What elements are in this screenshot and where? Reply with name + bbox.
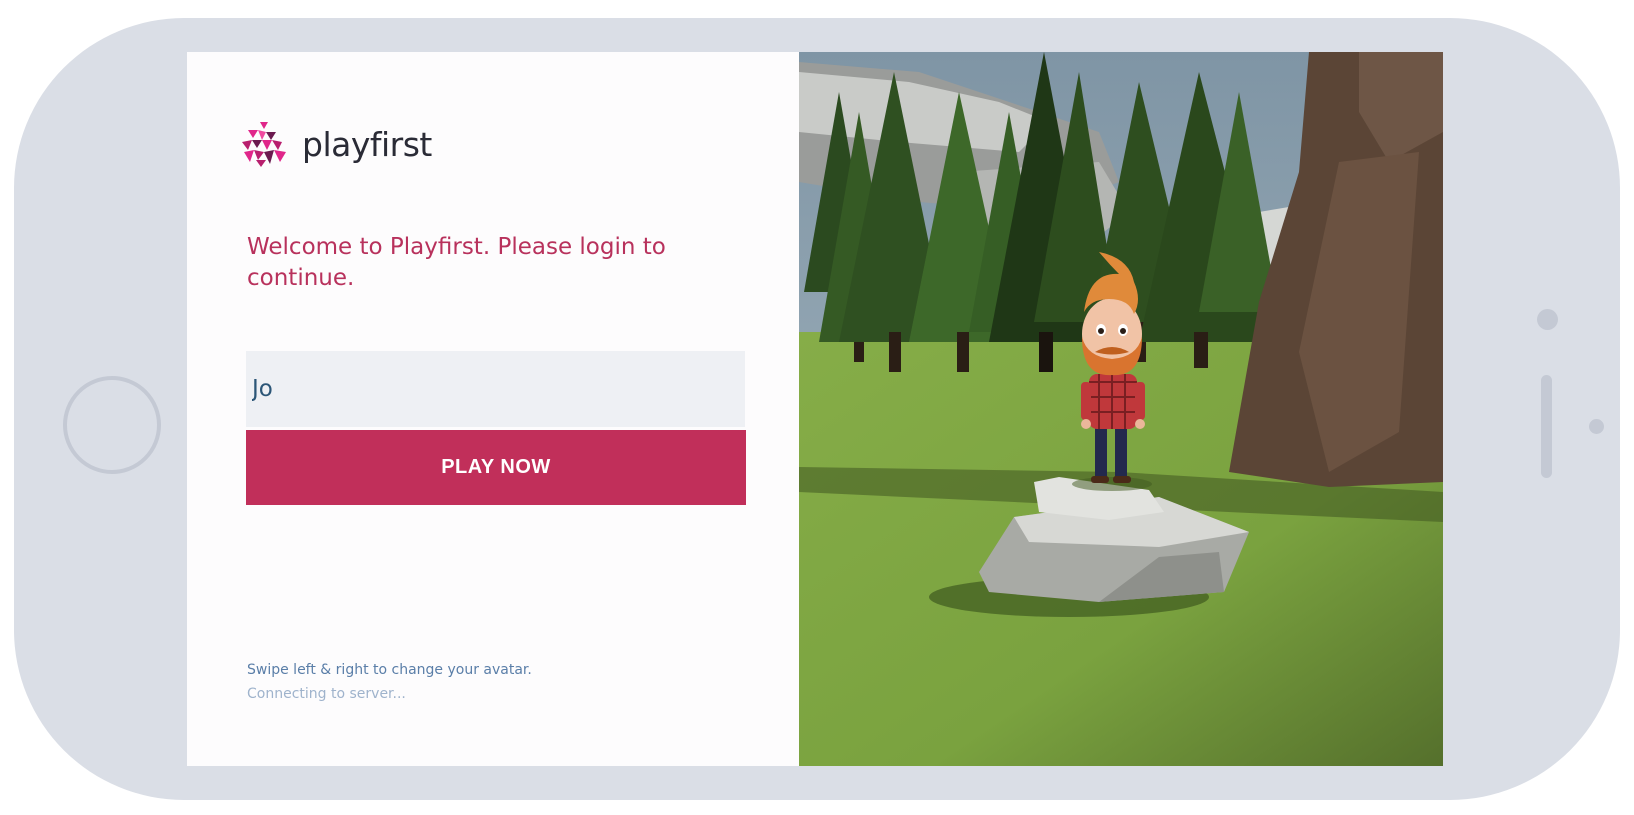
login-panel: playfirst Welcome to Playfirst. Please l… <box>187 52 799 766</box>
speaker-icon <box>1541 375 1552 478</box>
camera-icon <box>1537 309 1558 330</box>
sensor-icon <box>1589 419 1604 434</box>
brand-name: playfirst <box>302 124 432 164</box>
welcome-heading: Welcome to Playfirst. Please login to co… <box>247 234 666 291</box>
player-name-input[interactable] <box>246 351 745 427</box>
home-button-icon[interactable] <box>63 376 161 474</box>
avatar-swipe-hint: Swipe left & right to change your avatar… <box>247 662 532 678</box>
connection-status: Connecting to server... <box>247 686 406 702</box>
play-now-button[interactable]: PLAY NOW <box>246 430 746 505</box>
brand-logo: playfirst <box>240 120 432 168</box>
cube-cluster-logo-icon <box>242 122 286 167</box>
forest-scene-illustration <box>799 52 1443 766</box>
avatar-scene[interactable] <box>799 52 1443 766</box>
app-screen: playfirst Welcome to Playfirst. Please l… <box>187 52 1443 766</box>
